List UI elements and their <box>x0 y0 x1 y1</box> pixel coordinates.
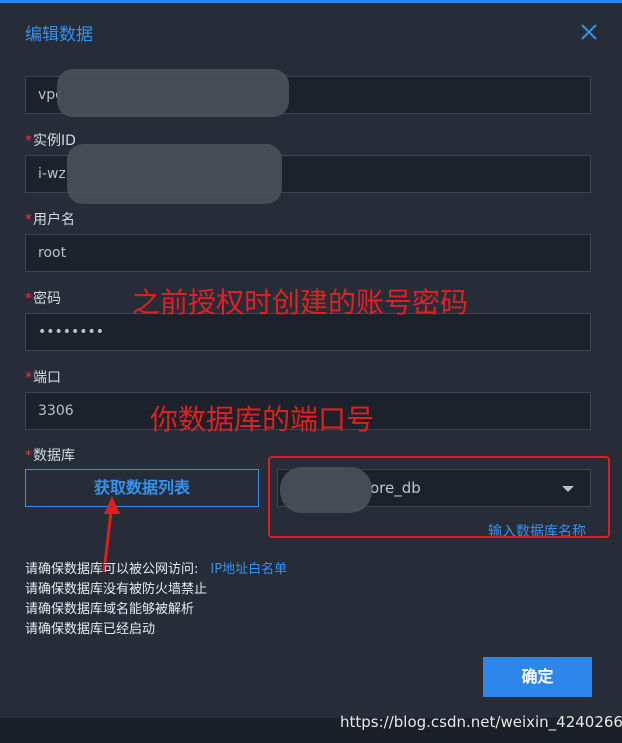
note-line: 请确保数据库已经启动 <box>25 622 156 637</box>
notes-block: 请确保数据库可以被公网访问: IP地址白名单 请确保数据库没有被防火墙禁止 请确保… <box>25 560 287 640</box>
note-line: 请确保数据库没有被防火墙禁止 <box>25 582 208 597</box>
confirm-button[interactable]: 确定 <box>483 657 592 697</box>
note-line: 请确保数据库可以被公网访问: IP地址白名单 <box>25 562 288 577</box>
note-line: 请确保数据库域名能够被解析 <box>25 602 195 617</box>
ip-whitelist-link[interactable]: IP地址白名单 <box>210 562 287 577</box>
watermark: https://blog.csdn.net/weixin_42402666 <box>340 713 622 731</box>
